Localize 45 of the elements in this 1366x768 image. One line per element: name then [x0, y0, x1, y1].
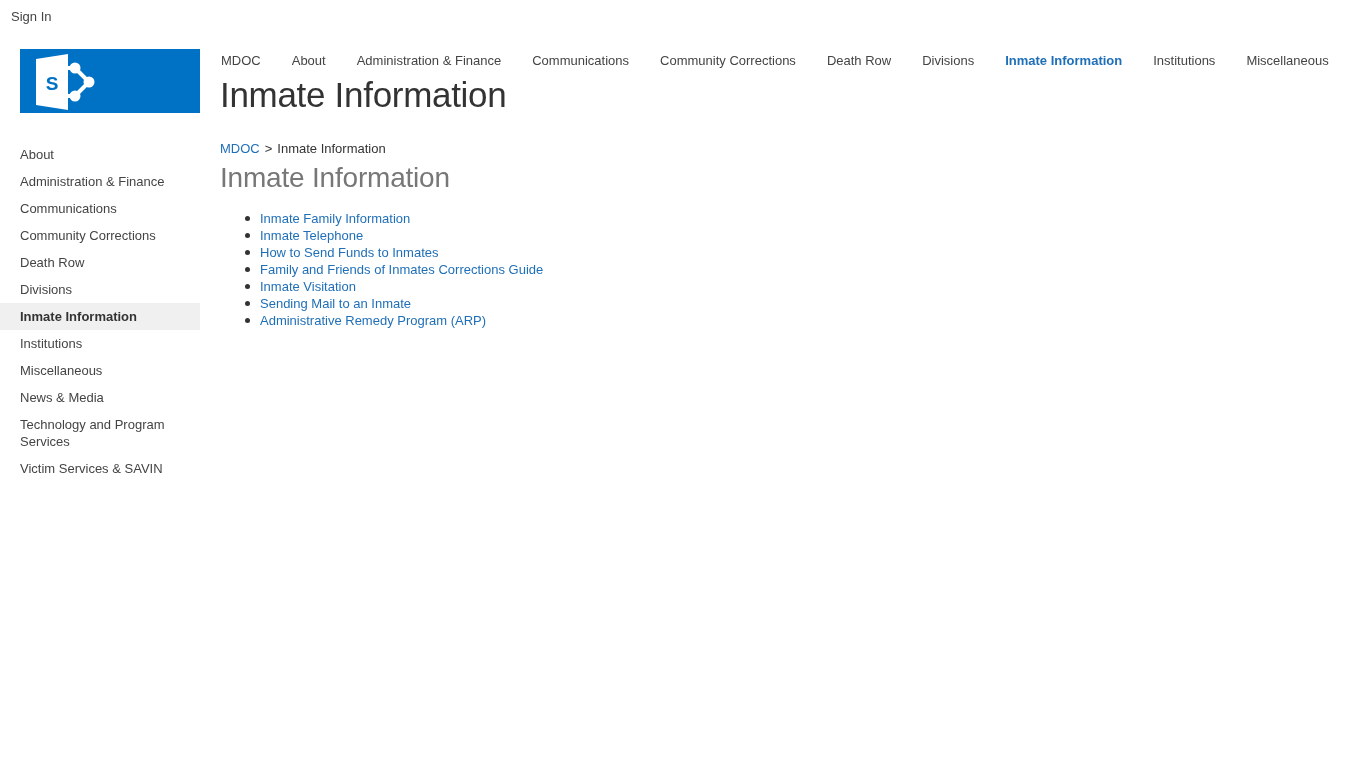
sidebar-link[interactable]: Inmate Information [0, 303, 200, 330]
bullet-icon [245, 267, 250, 272]
sidebar-link[interactable]: Miscellaneous [0, 357, 200, 384]
nav-link[interactable]: About [291, 52, 326, 69]
logo-letter: S [45, 73, 59, 94]
page-title: Inmate Information [220, 161, 451, 195]
sidebar-link[interactable]: News & Media [0, 384, 200, 411]
page-link[interactable]: Inmate Family Information [260, 210, 411, 227]
breadcrumb-link[interactable]: MDOC [220, 140, 260, 157]
nav-link[interactable]: MDOC [221, 52, 261, 69]
sidebar-link[interactable]: Communications [0, 195, 200, 222]
logo-tile[interactable]: S [20, 49, 200, 113]
logo-icon [36, 54, 95, 110]
bullet-icon [245, 318, 250, 323]
bullet-icon [245, 284, 250, 289]
sidebar-link[interactable]: Divisions [0, 276, 200, 303]
bullet-icon [245, 216, 250, 221]
page-link[interactable]: Family and Friends of Inmates Corrections Guide [260, 261, 544, 278]
page-link[interactable]: How to Send Funds to Inmates [260, 244, 439, 261]
page-link[interactable]: Inmate Telephone [260, 227, 364, 244]
breadcrumb-current: Inmate Information [277, 140, 386, 157]
nav-link[interactable]: Community Corrections [660, 52, 796, 69]
sidebar-link[interactable]: Community Corrections [0, 222, 200, 249]
sidebar-link[interactable]: Technology and Program Services [0, 411, 200, 455]
nav-link[interactable]: Inmate Information [1005, 52, 1123, 69]
page-link[interactable]: Inmate Visitation [260, 278, 356, 295]
bullet-icon [245, 233, 250, 238]
bullet-icon [245, 250, 250, 255]
nav-link[interactable]: Administration & Finance [356, 52, 502, 69]
sidebar-link[interactable]: Death Row [0, 249, 200, 276]
sidebar-link[interactable]: Administration & Finance [0, 168, 200, 195]
sidebar-link[interactable]: Institutions [0, 330, 200, 357]
sidebar-link[interactable]: Victim Services & SAVIN [0, 455, 200, 482]
nav-link[interactable]: Institutions [1153, 52, 1216, 69]
nav-link[interactable]: Death Row [826, 52, 892, 69]
bullet-icon [245, 301, 250, 306]
nav-link[interactable]: Communications [532, 52, 630, 69]
nav-link[interactable]: Miscellaneous [1246, 52, 1329, 69]
sidebar-link[interactable]: About [0, 141, 200, 168]
site-title: Inmate Information [220, 75, 508, 115]
page-link[interactable]: Administrative Remedy Program (ARP) [260, 312, 487, 329]
nav-link[interactable]: Divisions [922, 52, 975, 69]
page-link[interactable]: Sending Mail to an Inmate [260, 295, 412, 312]
breadcrumb-separator: > [264, 140, 273, 157]
sign-in-link[interactable]: Sign In [11, 8, 52, 25]
